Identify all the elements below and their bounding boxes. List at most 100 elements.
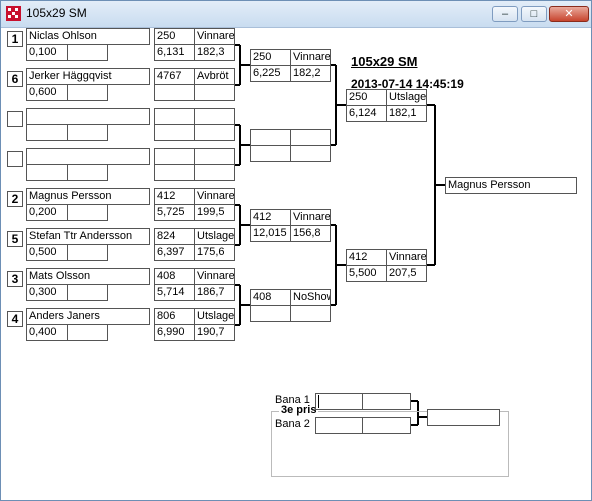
speed-field[interactable]: 250	[250, 49, 291, 66]
lane2-cell-b[interactable]	[362, 417, 411, 434]
speed-field[interactable]: 250	[154, 28, 195, 45]
elapsed-time-field[interactable]: 5,725	[154, 204, 195, 221]
lane1-cell-a[interactable]	[315, 393, 363, 410]
lane2-cell-a[interactable]	[315, 417, 363, 434]
top-speed-field[interactable]	[194, 164, 235, 181]
reaction-time-field[interactable]: 0,600	[26, 84, 68, 101]
result-status-field[interactable]: Vinnare	[194, 188, 235, 205]
top-speed-field[interactable]	[290, 145, 331, 162]
reaction-time-field[interactable]: 0,100	[26, 44, 68, 61]
top-speed-field[interactable]: 199,5	[194, 204, 235, 221]
elapsed-time-field[interactable]	[154, 124, 195, 141]
driver-name-field[interactable]	[26, 108, 150, 125]
top-speed-field[interactable]: 175,6	[194, 244, 235, 261]
speed-field[interactable]	[154, 148, 195, 165]
driver-name-field[interactable]: Mats Olsson	[26, 268, 150, 285]
result-status-field[interactable]: Vinnare	[386, 249, 427, 266]
result-status-field[interactable]: Vinnare	[194, 268, 235, 285]
speed-field[interactable]: 412	[154, 188, 195, 205]
result-status-field[interactable]	[194, 148, 235, 165]
lane2-label: Bana 2	[275, 418, 310, 430]
seed-box[interactable]: 5	[7, 231, 23, 247]
elapsed-time-field[interactable]: 6,397	[154, 244, 195, 261]
speed-field[interactable]: 412	[250, 209, 291, 226]
title-bar[interactable]: 105x29 SM – □ ✕	[1, 1, 591, 28]
elapsed-time-field[interactable]: 5,500	[346, 265, 387, 282]
top-speed-field[interactable]: 207,5	[386, 265, 427, 282]
seed-box[interactable]	[7, 111, 23, 127]
maximize-button[interactable]: □	[521, 6, 547, 22]
third-place-result[interactable]	[427, 409, 500, 426]
speed-field[interactable]: 408	[250, 289, 291, 306]
top-speed-field[interactable]: 182,3	[194, 44, 235, 61]
driver-name-field[interactable]: Niclas Ohlson	[26, 28, 150, 45]
speed-field[interactable]	[154, 108, 195, 125]
speed-field[interactable]: 408	[154, 268, 195, 285]
driver-name-field[interactable]	[26, 148, 150, 165]
seed-box[interactable]: 6	[7, 71, 23, 87]
result-status-field[interactable]: Vinnare	[290, 49, 331, 66]
reaction-extra-field[interactable]	[67, 164, 108, 181]
top-speed-field[interactable]	[194, 124, 235, 141]
speed-field[interactable]: 4767	[154, 68, 195, 85]
reaction-time-field[interactable]: 0,300	[26, 284, 68, 301]
top-speed-field[interactable]: 156,8	[290, 225, 331, 242]
result-status-field[interactable]: Vinnare	[194, 28, 235, 45]
top-speed-field[interactable]: 182,1	[386, 105, 427, 122]
result-status-field[interactable]	[194, 108, 235, 125]
reaction-time-field[interactable]: 0,500	[26, 244, 68, 261]
result-status-field[interactable]: NoShow	[290, 289, 331, 306]
reaction-extra-field[interactable]	[67, 244, 108, 261]
elapsed-time-field[interactable]: 6,131	[154, 44, 195, 61]
seed-box[interactable]: 2	[7, 191, 23, 207]
reaction-extra-field[interactable]	[67, 204, 108, 221]
seed-box[interactable]: 1	[7, 31, 23, 47]
lane1-cell-b[interactable]	[362, 393, 411, 410]
speed-field[interactable]: 412	[346, 249, 387, 266]
elapsed-time-field[interactable]: 6,225	[250, 65, 291, 82]
elapsed-time-field[interactable]: 5,714	[154, 284, 195, 301]
result-status-field[interactable]: Utslager	[194, 228, 235, 245]
event-title: 105x29 SM	[351, 54, 418, 69]
speed-field[interactable]: 250	[346, 89, 387, 106]
reaction-extra-field[interactable]	[67, 124, 108, 141]
driver-name-field[interactable]: Stefan Ttr Andersson	[26, 228, 150, 245]
top-speed-field[interactable]: 182,2	[290, 65, 331, 82]
reaction-time-field[interactable]: 0,200	[26, 204, 68, 221]
seed-box[interactable]	[7, 151, 23, 167]
top-speed-field[interactable]: 190,7	[194, 324, 235, 341]
reaction-extra-field[interactable]	[67, 84, 108, 101]
driver-name-field[interactable]: Anders Janers	[26, 308, 150, 325]
result-status-field[interactable]: Vinnare	[290, 209, 331, 226]
result-status-field[interactable]	[290, 129, 331, 146]
top-speed-field[interactable]: 186,7	[194, 284, 235, 301]
winner-field[interactable]: Magnus Persson	[445, 177, 577, 194]
result-status-field[interactable]: Utslager	[194, 308, 235, 325]
result-status-field[interactable]: Utslager	[386, 89, 427, 106]
speed-field[interactable]: 824	[154, 228, 195, 245]
reaction-extra-field[interactable]	[67, 44, 108, 61]
elapsed-time-field[interactable]	[154, 164, 195, 181]
elapsed-time-field[interactable]	[250, 145, 291, 162]
reaction-time-field[interactable]	[26, 164, 68, 181]
reaction-time-field[interactable]: 0,400	[26, 324, 68, 341]
elapsed-time-field[interactable]	[154, 84, 195, 101]
driver-name-field[interactable]: Jerker Häggqvist	[26, 68, 150, 85]
reaction-extra-field[interactable]	[67, 284, 108, 301]
reaction-time-field[interactable]	[26, 124, 68, 141]
elapsed-time-field[interactable]: 6,124	[346, 105, 387, 122]
speed-field[interactable]: 806	[154, 308, 195, 325]
speed-field[interactable]	[250, 129, 291, 146]
top-speed-field[interactable]	[290, 305, 331, 322]
reaction-extra-field[interactable]	[67, 324, 108, 341]
top-speed-field[interactable]	[194, 84, 235, 101]
driver-name-field[interactable]: Magnus Persson	[26, 188, 150, 205]
result-status-field[interactable]: Avbröt	[194, 68, 235, 85]
elapsed-time-field[interactable]: 12,015	[250, 225, 291, 242]
elapsed-time-field[interactable]	[250, 305, 291, 322]
elapsed-time-field[interactable]: 6,990	[154, 324, 195, 341]
minimize-button[interactable]: –	[492, 6, 518, 22]
close-button[interactable]: ✕	[549, 6, 589, 22]
seed-box[interactable]: 3	[7, 271, 23, 287]
seed-box[interactable]: 4	[7, 311, 23, 327]
